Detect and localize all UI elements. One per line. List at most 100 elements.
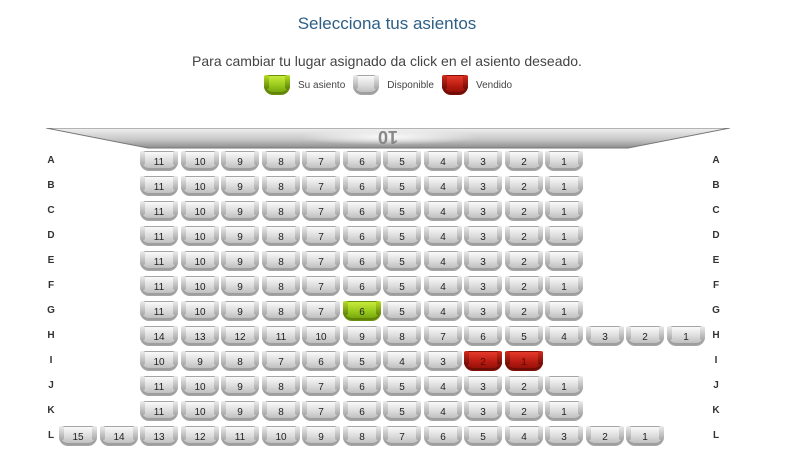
seat-J-8[interactable]: 8	[262, 376, 300, 396]
seat-I-9[interactable]: 9	[181, 351, 219, 371]
seat-K-6[interactable]: 6	[343, 401, 381, 421]
seat-D-3[interactable]: 3	[464, 226, 502, 246]
seat-G-3[interactable]: 3	[464, 301, 502, 321]
seat-A-3[interactable]: 3	[464, 151, 502, 171]
seat-C-10[interactable]: 10	[181, 201, 219, 221]
seat-L-3[interactable]: 3	[545, 426, 583, 446]
seat-B-10[interactable]: 10	[181, 176, 219, 196]
seat-G-4[interactable]: 4	[424, 301, 462, 321]
seat-A-11[interactable]: 11	[140, 151, 178, 171]
seat-K-8[interactable]: 8	[262, 401, 300, 421]
seat-G-7[interactable]: 7	[302, 301, 340, 321]
seat-H-6[interactable]: 6	[464, 326, 502, 346]
seat-F-10[interactable]: 10	[181, 276, 219, 296]
seat-G-11[interactable]: 11	[140, 301, 178, 321]
seat-J-11[interactable]: 11	[140, 376, 178, 396]
seat-B-6[interactable]: 6	[343, 176, 381, 196]
seat-E-6[interactable]: 6	[343, 251, 381, 271]
seat-A-8[interactable]: 8	[262, 151, 300, 171]
seat-J-10[interactable]: 10	[181, 376, 219, 396]
seat-J-4[interactable]: 4	[424, 376, 462, 396]
seat-E-1[interactable]: 1	[545, 251, 583, 271]
seat-H-5[interactable]: 5	[505, 326, 543, 346]
seat-J-1[interactable]: 1	[545, 376, 583, 396]
seat-L-1[interactable]: 1	[626, 426, 664, 446]
seat-J-6[interactable]: 6	[343, 376, 381, 396]
seat-K-5[interactable]: 5	[383, 401, 421, 421]
seat-B-2[interactable]: 2	[505, 176, 543, 196]
seat-C-11[interactable]: 11	[140, 201, 178, 221]
seat-D-5[interactable]: 5	[383, 226, 421, 246]
seat-E-2[interactable]: 2	[505, 251, 543, 271]
seat-E-7[interactable]: 7	[302, 251, 340, 271]
seat-C-3[interactable]: 3	[464, 201, 502, 221]
seat-I-4[interactable]: 4	[383, 351, 421, 371]
seat-F-4[interactable]: 4	[424, 276, 462, 296]
seat-B-5[interactable]: 5	[383, 176, 421, 196]
seat-C-5[interactable]: 5	[383, 201, 421, 221]
seat-H-10[interactable]: 10	[302, 326, 340, 346]
seat-L-9[interactable]: 9	[302, 426, 340, 446]
seat-H-8[interactable]: 8	[383, 326, 421, 346]
seat-A-7[interactable]: 7	[302, 151, 340, 171]
seat-C-6[interactable]: 6	[343, 201, 381, 221]
seat-C-9[interactable]: 9	[221, 201, 259, 221]
seat-I-8[interactable]: 8	[221, 351, 259, 371]
seat-A-4[interactable]: 4	[424, 151, 462, 171]
seat-A-1[interactable]: 1	[545, 151, 583, 171]
seat-A-5[interactable]: 5	[383, 151, 421, 171]
seat-F-11[interactable]: 11	[140, 276, 178, 296]
seat-E-5[interactable]: 5	[383, 251, 421, 271]
seat-I-10[interactable]: 10	[140, 351, 178, 371]
seat-I-6[interactable]: 6	[302, 351, 340, 371]
seat-H-11[interactable]: 11	[262, 326, 300, 346]
seat-A-6[interactable]: 6	[343, 151, 381, 171]
seat-F-2[interactable]: 2	[505, 276, 543, 296]
seat-D-6[interactable]: 6	[343, 226, 381, 246]
seat-D-11[interactable]: 11	[140, 226, 178, 246]
seat-H-14[interactable]: 14	[140, 326, 178, 346]
seat-H-13[interactable]: 13	[181, 326, 219, 346]
seat-K-7[interactable]: 7	[302, 401, 340, 421]
seat-E-10[interactable]: 10	[181, 251, 219, 271]
seat-B-3[interactable]: 3	[464, 176, 502, 196]
seat-H-4[interactable]: 4	[545, 326, 583, 346]
seat-C-7[interactable]: 7	[302, 201, 340, 221]
seat-J-5[interactable]: 5	[383, 376, 421, 396]
seat-C-8[interactable]: 8	[262, 201, 300, 221]
seat-L-13[interactable]: 13	[140, 426, 178, 446]
seat-I-3[interactable]: 3	[424, 351, 462, 371]
seat-E-9[interactable]: 9	[221, 251, 259, 271]
seat-E-11[interactable]: 11	[140, 251, 178, 271]
seat-H-2[interactable]: 2	[626, 326, 664, 346]
seat-D-9[interactable]: 9	[221, 226, 259, 246]
seat-H-12[interactable]: 12	[221, 326, 259, 346]
seat-H-9[interactable]: 9	[343, 326, 381, 346]
seat-K-9[interactable]: 9	[221, 401, 259, 421]
seat-K-3[interactable]: 3	[464, 401, 502, 421]
seat-B-11[interactable]: 11	[140, 176, 178, 196]
seat-H-1[interactable]: 1	[667, 326, 705, 346]
seat-L-2[interactable]: 2	[586, 426, 624, 446]
seat-E-3[interactable]: 3	[464, 251, 502, 271]
seat-L-14[interactable]: 14	[100, 426, 138, 446]
seat-C-1[interactable]: 1	[545, 201, 583, 221]
seat-B-1[interactable]: 1	[545, 176, 583, 196]
seat-C-2[interactable]: 2	[505, 201, 543, 221]
seat-B-4[interactable]: 4	[424, 176, 462, 196]
seat-F-6[interactable]: 6	[343, 276, 381, 296]
seat-D-8[interactable]: 8	[262, 226, 300, 246]
seat-F-5[interactable]: 5	[383, 276, 421, 296]
seat-L-4[interactable]: 4	[505, 426, 543, 446]
seat-A-2[interactable]: 2	[505, 151, 543, 171]
seat-G-10[interactable]: 10	[181, 301, 219, 321]
seat-C-4[interactable]: 4	[424, 201, 462, 221]
seat-L-8[interactable]: 8	[343, 426, 381, 446]
seat-A-9[interactable]: 9	[221, 151, 259, 171]
seat-F-7[interactable]: 7	[302, 276, 340, 296]
seat-K-4[interactable]: 4	[424, 401, 462, 421]
seat-L-15[interactable]: 15	[59, 426, 97, 446]
seat-L-12[interactable]: 12	[181, 426, 219, 446]
seat-J-7[interactable]: 7	[302, 376, 340, 396]
seat-G-9[interactable]: 9	[221, 301, 259, 321]
